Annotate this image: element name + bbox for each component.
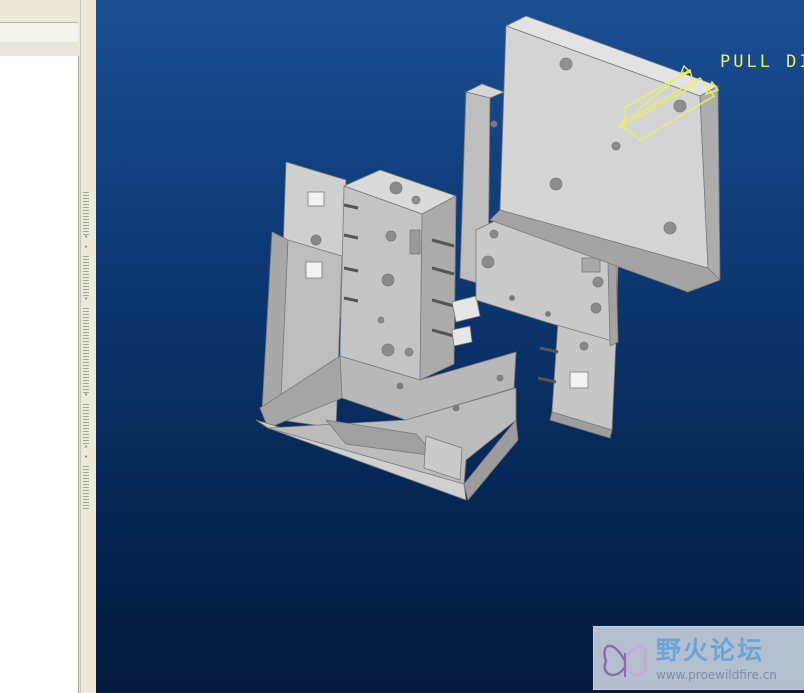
watermark-title: 野火论坛: [656, 636, 765, 665]
sash-expand-arrow-icon[interactable]: ˄: [82, 236, 90, 244]
graphics-viewport[interactable]: PULL DI 野火论坛 www.proewildfire.cn: [96, 0, 804, 693]
right-slider-part: [537, 321, 617, 439]
pull-direction-label: PULL DI: [720, 52, 804, 72]
watermark-url: www.proewildfire.cn: [656, 668, 777, 682]
sash-expand-arrow-icon-2[interactable]: ˄: [82, 246, 90, 254]
core-block-part: [339, 169, 481, 381]
mold-assembly-model: [255, 15, 721, 501]
sash-grip-mid-lower[interactable]: [83, 404, 89, 446]
watermark: 野火论坛 www.proewildfire.cn: [593, 626, 804, 690]
sash-collapse-arrow-icon-2[interactable]: ˅: [82, 394, 90, 402]
sash-grip-mid[interactable]: [83, 308, 89, 393]
butterfly-logo-icon: [603, 644, 647, 677]
sash-expand-arrow-icon-4[interactable]: ˄: [82, 456, 90, 464]
model-tree-subheader: [0, 42, 78, 57]
sash-expand-arrow-icon-3[interactable]: ˄: [82, 446, 90, 454]
model-tree-panel: [0, 0, 80, 693]
sash-grip-lower[interactable]: [83, 466, 89, 510]
sash-collapse-arrow-icon[interactable]: ˅: [82, 298, 90, 306]
model-tree-area[interactable]: [0, 56, 79, 693]
sash-grip-upper[interactable]: [83, 192, 89, 236]
model-tree-header: [0, 22, 78, 44]
sash-grip-mid-upper[interactable]: [83, 256, 89, 298]
